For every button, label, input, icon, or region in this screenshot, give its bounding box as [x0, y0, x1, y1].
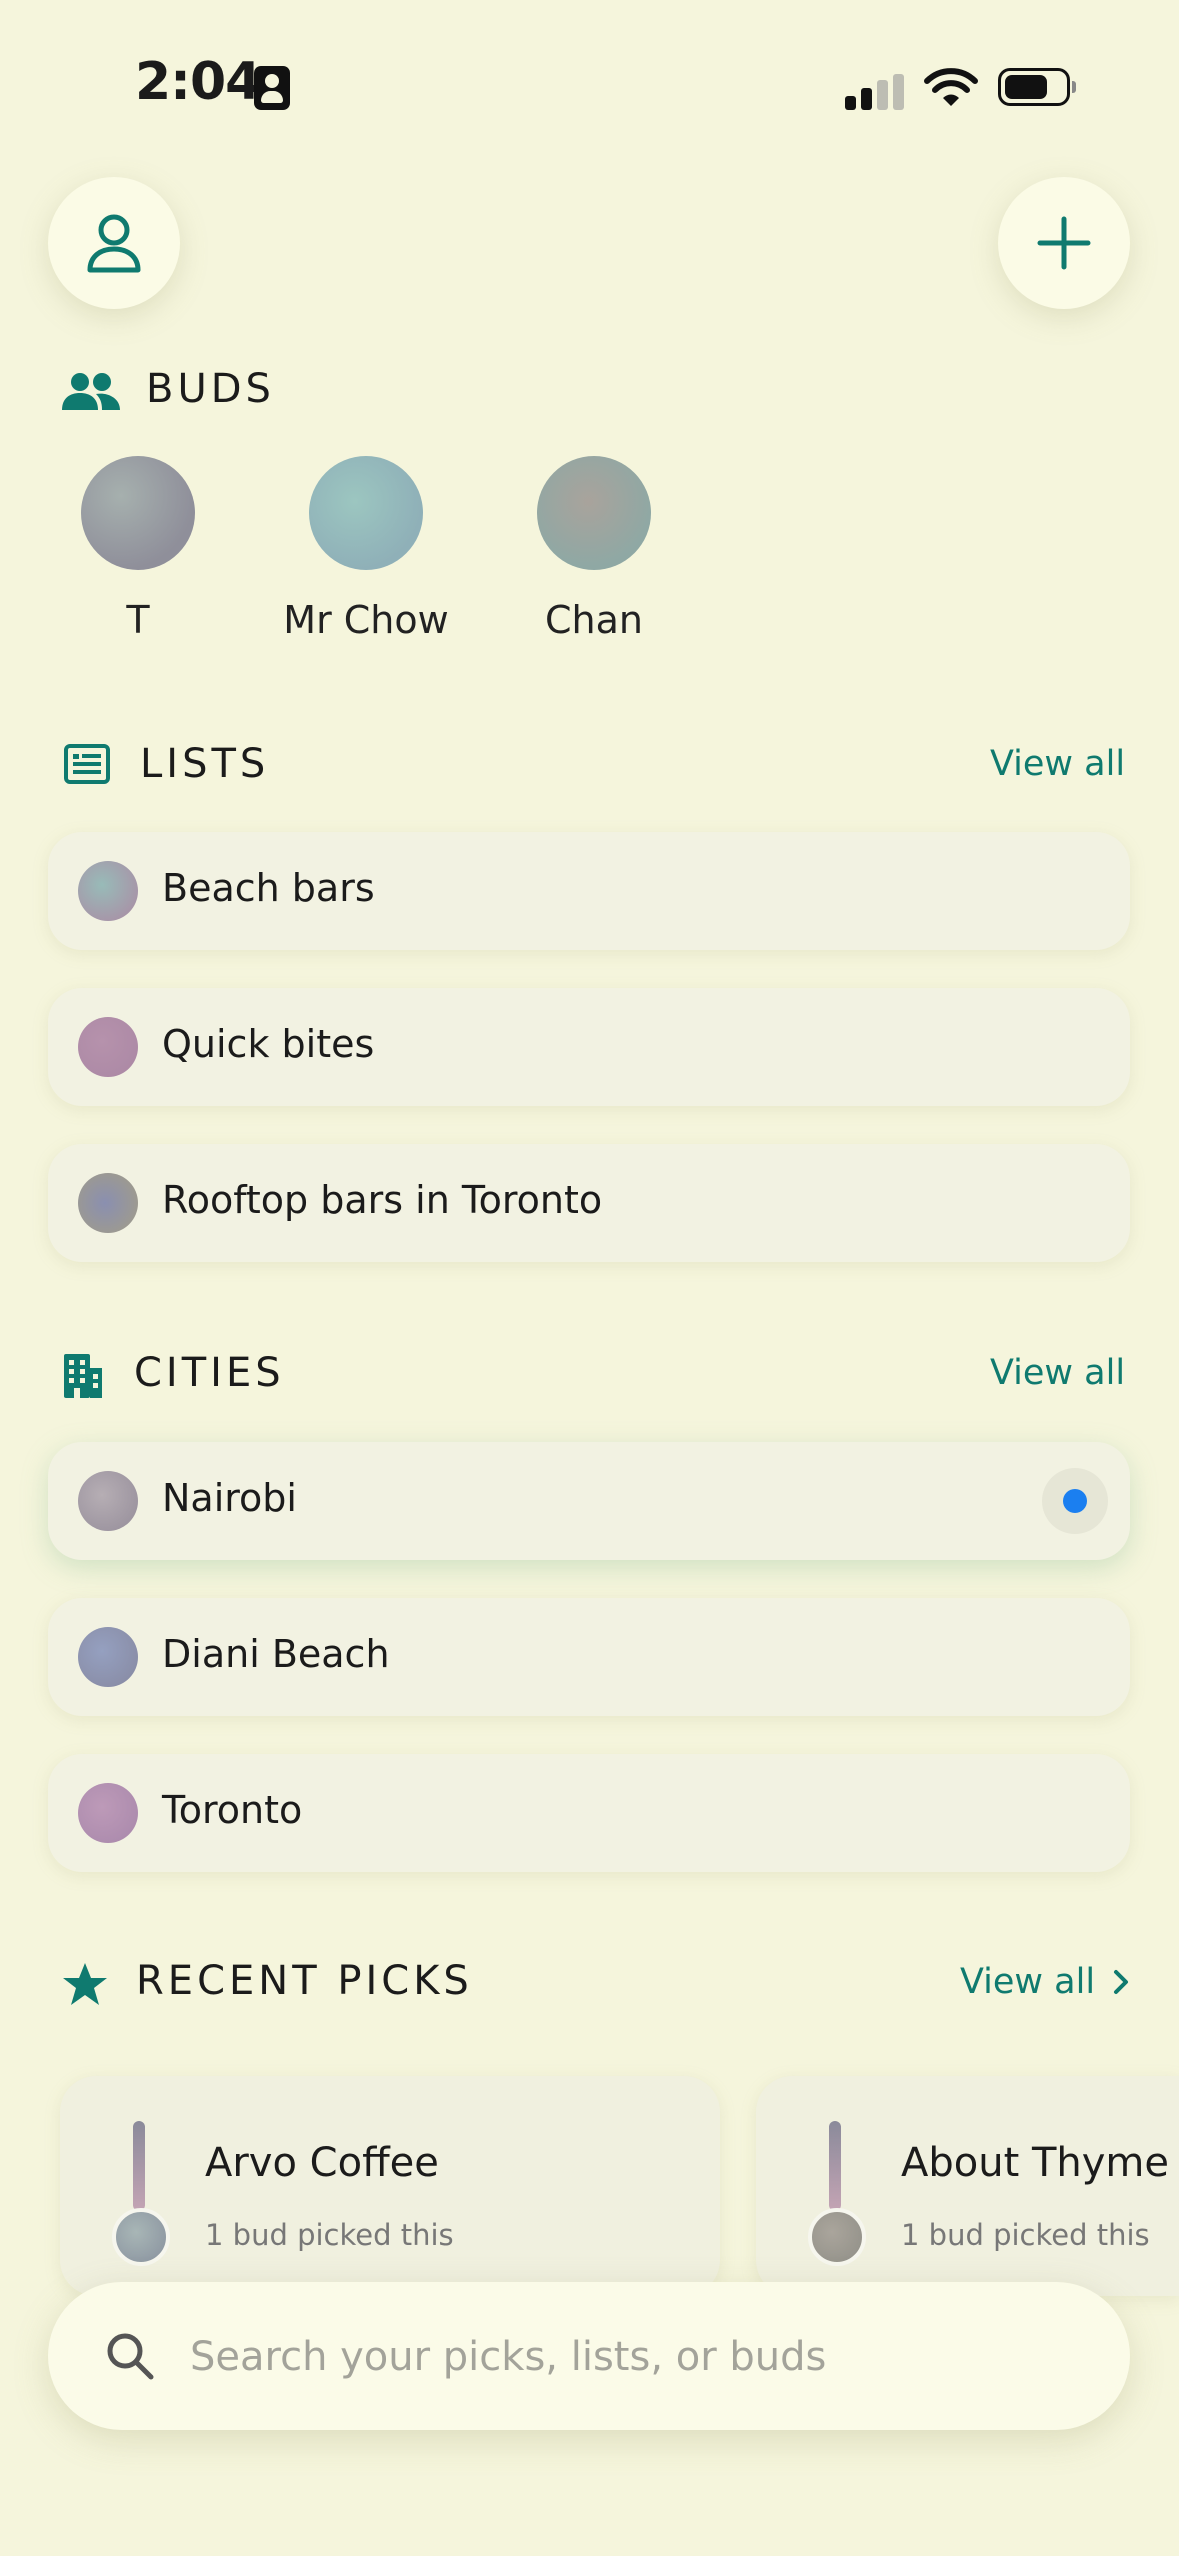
add-button[interactable] [998, 177, 1130, 309]
list-item[interactable]: Beach bars [48, 832, 1130, 950]
battery-icon [998, 68, 1076, 106]
city-item[interactable]: Nairobi [48, 1442, 1130, 1560]
list-icon [64, 744, 110, 784]
notification-badge [1042, 1468, 1108, 1534]
list-label: Beach bars [162, 866, 375, 910]
pick-card[interactable]: About Thyme 1 bud picked this [756, 2076, 1179, 2296]
bud-name: T [126, 598, 150, 642]
city-item[interactable]: Toronto [48, 1754, 1130, 1872]
bud-item[interactable]: Chan [494, 456, 694, 642]
notification-dot [1063, 1489, 1087, 1513]
pick-avatar [112, 2208, 170, 2266]
bud-item[interactable]: T [38, 456, 238, 642]
city-avatar [78, 1783, 138, 1843]
pick-subtitle: 1 bud picked this [205, 2218, 454, 2252]
city-icon [64, 1354, 102, 1398]
city-label: Toronto [162, 1788, 303, 1832]
bud-name: Mr Chow [283, 598, 449, 642]
lists-view-all-link[interactable]: View all [990, 744, 1125, 784]
city-avatar [78, 1627, 138, 1687]
city-item[interactable]: Diani Beach [48, 1598, 1130, 1716]
pick-avatar [808, 2208, 866, 2266]
avatar [537, 456, 651, 570]
city-label: Nairobi [162, 1476, 297, 1520]
chevron-right-icon [1114, 1970, 1129, 1994]
avatar [81, 456, 195, 570]
search-bar[interactable] [48, 2282, 1130, 2430]
list-avatar [78, 1017, 138, 1077]
list-avatar [78, 861, 138, 921]
list-label: Quick bites [162, 1022, 375, 1066]
list-avatar [78, 1173, 138, 1233]
avatar [309, 456, 423, 570]
list-item[interactable]: Rooftop bars in Toronto [48, 1144, 1130, 1262]
search-icon [107, 2333, 154, 2380]
list-label: Rooftop bars in Toronto [162, 1178, 603, 1222]
list-item[interactable]: Quick bites [48, 988, 1130, 1106]
pick-subtitle: 1 bud picked this [901, 2218, 1150, 2252]
profile-icon [87, 214, 141, 273]
recent-picks-view-all-link[interactable]: View all [960, 1962, 1130, 2002]
recent-picks-view-all-label: View all [960, 1962, 1096, 2002]
signal-icon [845, 74, 905, 110]
recent-picks-title: RECENT PICKS [136, 1958, 473, 2004]
buds-title: BUDS [146, 366, 275, 412]
pick-title: About Thyme [901, 2140, 1170, 2186]
contact-card-icon [254, 66, 290, 110]
people-icon [62, 373, 120, 410]
bud-name: Chan [545, 598, 643, 642]
pick-stem [133, 2121, 145, 2211]
bud-item[interactable]: Mr Chow [266, 456, 466, 642]
wifi-icon [924, 68, 978, 106]
search-input[interactable] [188, 2320, 1072, 2394]
city-avatar [78, 1471, 138, 1531]
plus-icon [1037, 216, 1091, 270]
star-icon [63, 1963, 107, 2005]
pick-title: Arvo Coffee [205, 2140, 439, 2186]
lists-title: LISTS [140, 741, 270, 787]
cities-title: CITIES [134, 1350, 285, 1396]
profile-button[interactable] [48, 177, 180, 309]
pick-card[interactable]: Arvo Coffee 1 bud picked this [60, 2076, 720, 2296]
cities-view-all-link[interactable]: View all [990, 1353, 1125, 1393]
status-time: 2:04 [135, 52, 261, 112]
city-label: Diani Beach [162, 1632, 390, 1676]
pick-stem [829, 2121, 841, 2211]
